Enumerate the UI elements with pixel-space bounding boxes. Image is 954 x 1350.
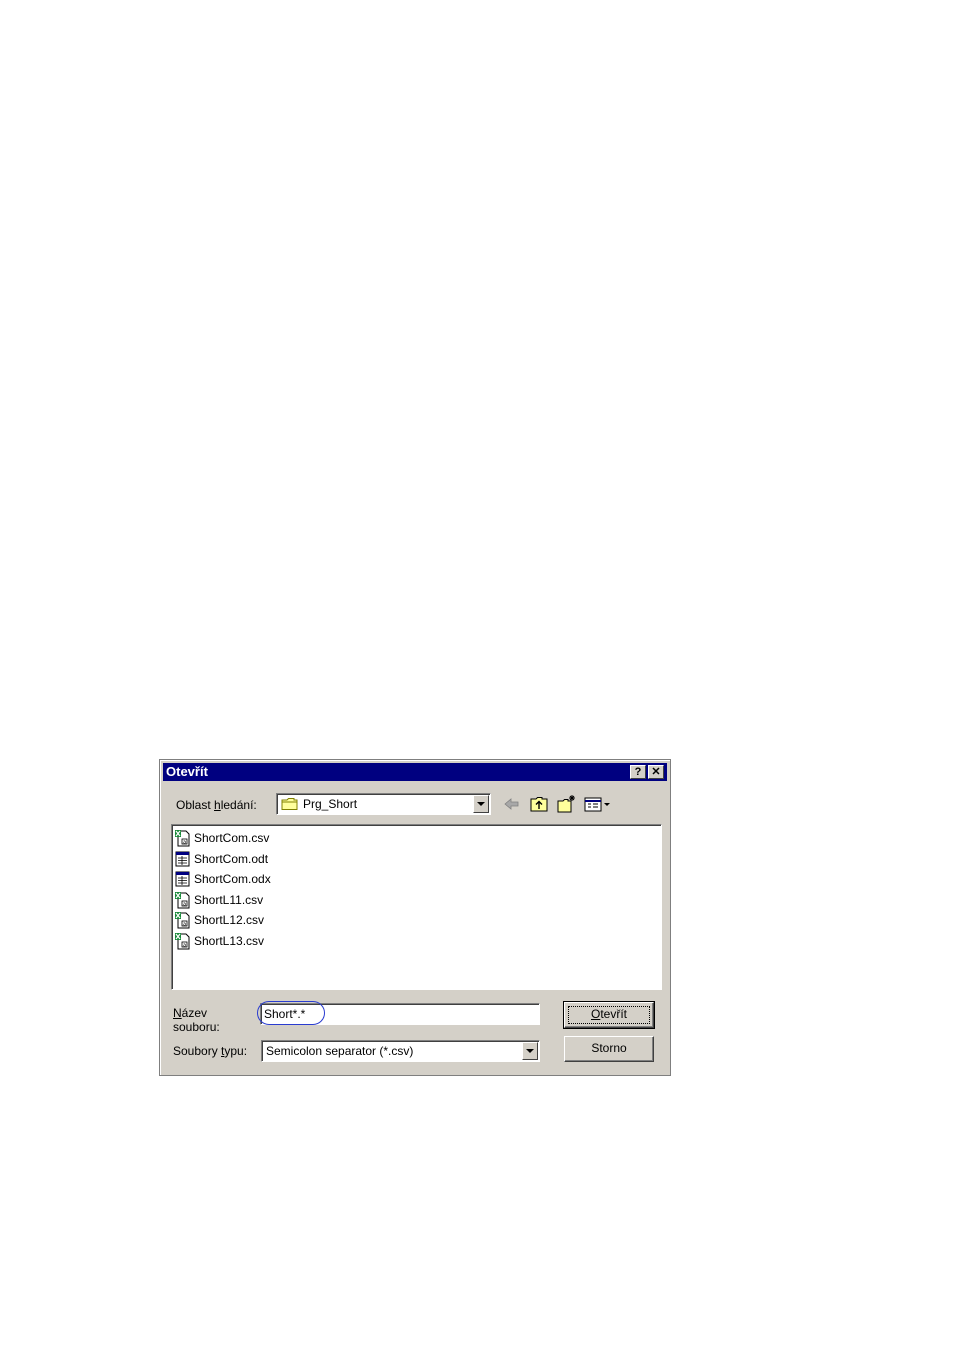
file-name: ShortL11.csv <box>194 892 264 907</box>
filename-input[interactable] <box>260 1003 540 1025</box>
svg-text:a: a <box>183 901 186 907</box>
help-icon: ? <box>634 766 642 778</box>
file-list-item[interactable]: ShortCom.odt <box>174 850 268 868</box>
svg-text:a: a <box>183 942 186 948</box>
file-name: ShortL12.csv <box>194 913 265 927</box>
filetype-combobox[interactable]: Semicolon separator (*.csv) <box>261 1040 540 1062</box>
filetype-dropdown-button[interactable] <box>522 1042 538 1060</box>
new-folder-icon[interactable] <box>556 794 576 814</box>
file-list-item[interactable]: ShortCom.odx <box>174 870 271 888</box>
open-button[interactable]: Otevřít <box>563 1001 655 1029</box>
help-button[interactable]: ? <box>630 765 646 779</box>
filetype-label: Soubory typu: <box>173 1044 248 1058</box>
file-list[interactable]: a ShortCom.csv ShortCom.odt ShortCom.odx a Sh… <box>171 824 662 990</box>
filetype-value: Semicolon separator (*.csv) <box>266 1044 414 1058</box>
back-arrow-icon[interactable] <box>502 794 522 814</box>
lookin-combobox[interactable]: Prg_Short <box>276 793 491 815</box>
odt-file-icon <box>174 850 192 868</box>
filename-label: Název souboru: <box>173 1006 220 1034</box>
title-bar[interactable]: Otevřít ? ✕ <box>163 763 667 781</box>
odx-file-icon <box>174 870 192 888</box>
up-folder-icon[interactable] <box>529 794 549 814</box>
file-list-item[interactable]: a ShortL13.csv <box>174 932 264 950</box>
file-name: ShortCom.odx <box>194 872 271 886</box>
file-list-item[interactable]: a ShortCom.csv <box>174 829 269 847</box>
svg-text:a: a <box>183 922 186 928</box>
close-icon: ✕ <box>651 766 661 778</box>
file-list-item[interactable]: a ShortL12.csv <box>174 911 264 929</box>
close-button[interactable]: ✕ <box>648 765 664 779</box>
svg-text:a: a <box>183 840 186 846</box>
file-name: ShortCom.csv <box>194 831 270 845</box>
file-name: ShortCom.odt <box>194 851 269 866</box>
csv-file-icon: a <box>174 932 192 950</box>
open-file-dialog: Otevřít ? ✕ Oblast hledání: Prg_Short aS <box>159 759 671 1076</box>
lookin-dropdown-button[interactable] <box>473 795 489 813</box>
file-name: ShortL13.csv <box>194 933 265 948</box>
folder-icon <box>281 798 298 810</box>
file-list-item[interactable]: a ShortL11.csv <box>174 891 263 909</box>
cancel-button[interactable]: Storno <box>564 1036 654 1062</box>
csv-file-icon: a <box>174 911 192 929</box>
lookin-value: Prg_Short <box>303 797 358 811</box>
lookin-label: Oblast hledání: <box>176 798 257 812</box>
csv-file-icon: a <box>174 829 192 847</box>
dialog-title: Otevřít <box>166 764 208 779</box>
csv-file-icon: a <box>174 891 192 909</box>
view-menu-icon[interactable] <box>583 794 613 814</box>
